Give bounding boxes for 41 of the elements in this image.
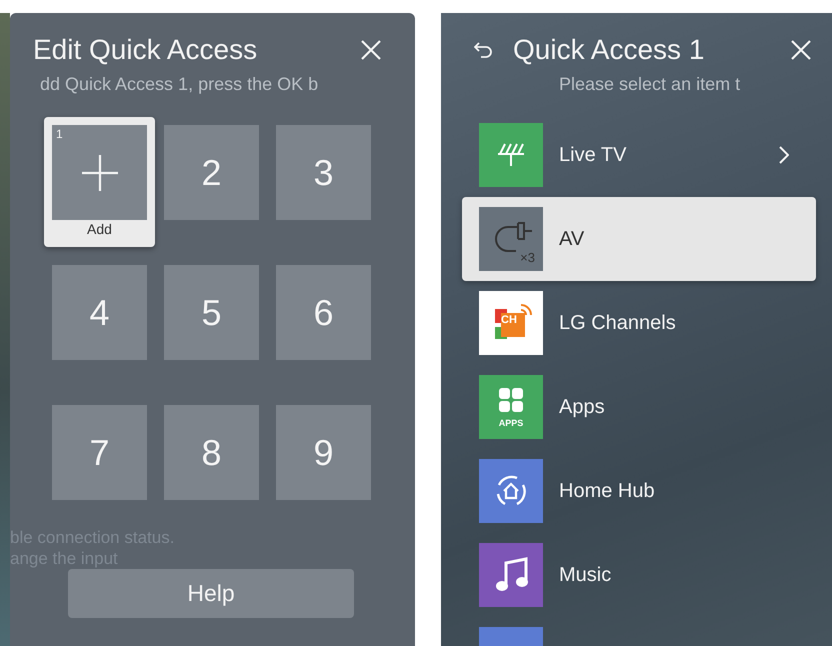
source-list-item[interactable]: APPS Apps [462,365,816,449]
icon-label: ×3 [520,251,535,265]
slot-label: Add [86,220,113,239]
close-button[interactable] [790,39,812,61]
back-icon [474,42,492,58]
source-label: AV [559,227,586,252]
quick-access-slot[interactable]: 9 [276,405,371,500]
antenna-icon [496,142,526,168]
source-label: Apps [559,395,606,420]
quick-access-slot[interactable]: 3 [276,125,371,220]
quick-access-slot[interactable]: 8 [164,405,259,500]
close-button[interactable] [360,39,382,61]
close-icon [360,39,382,61]
source-label: LG Channels [559,311,677,336]
panel-title: Quick Access 1 [513,33,706,67]
icon-label: CH [501,314,517,326]
grid-icon [498,386,524,412]
quick-access-slot[interactable]: 2 [164,125,259,220]
selected-slot-card[interactable]: 1 Add [44,117,155,247]
source-list-item[interactable]: Music [462,533,816,617]
source-list-item[interactable]: ×3 AV [462,197,816,281]
icon-label: APPS [498,418,524,428]
music-note-icon [494,557,528,593]
source-label: Home Hub [559,479,656,504]
close-icon [790,39,812,61]
quick-access-slot[interactable]: 5 [164,265,259,360]
source-label: Music [559,563,612,588]
panel-instruction: Please select an item t [558,73,742,96]
home-icon [494,474,528,508]
source-list-item[interactable]: Live TV [462,113,816,197]
help-button[interactable]: Help [68,569,354,618]
quick-access-slot[interactable]: 7 [52,405,147,500]
source-list-item[interactable]: CH LG Channels [462,281,816,365]
quick-access-slot[interactable]: 6 [276,265,371,360]
dialog-instruction: dd Quick Access 1, press the OK b [39,73,320,96]
dialog-title: Edit Quick Access [33,33,258,67]
source-list-item[interactable]: Home Hub [462,449,816,533]
plus-icon [80,154,118,192]
quick-access-slot[interactable]: 4 [52,265,147,360]
slot-number: 1 [56,127,63,141]
source-label: Live TV [559,143,628,168]
